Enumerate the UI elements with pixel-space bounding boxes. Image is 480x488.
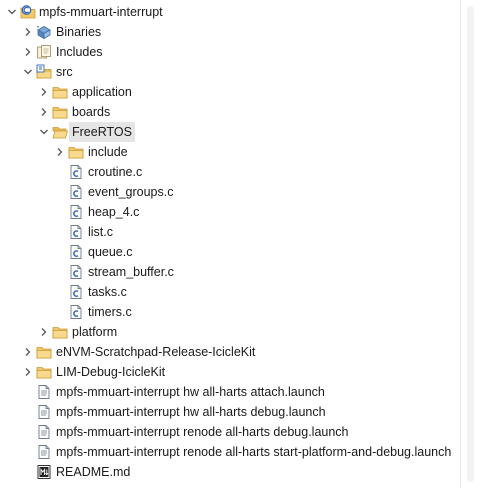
c-source-file-icon xyxy=(68,184,84,200)
tree-item-label: mpfs-mmuart-interrupt hw all-harts debug… xyxy=(56,405,326,419)
chevron-right-icon[interactable] xyxy=(22,342,34,362)
tree-item-label: croutine.c xyxy=(88,165,143,179)
text-file-icon xyxy=(36,404,52,420)
chevron-right-icon[interactable] xyxy=(22,362,34,382)
tree-item-label: heap_4.c xyxy=(88,205,140,219)
tree-item-label: platform xyxy=(72,325,118,339)
c-source-file-icon xyxy=(68,164,84,180)
vertical-scrollbar[interactable] xyxy=(460,0,480,488)
chevron-down-icon[interactable] xyxy=(22,62,34,82)
chevron-down-icon[interactable] xyxy=(38,122,50,142)
folder-open-icon xyxy=(52,124,68,140)
tree-item-label: mpfs-mmuart-interrupt renode all-harts d… xyxy=(56,425,349,439)
source-folder-icon xyxy=(36,64,52,80)
c-source-file-icon xyxy=(68,304,84,320)
c-source-file-icon xyxy=(68,284,84,300)
tree-item-label: tasks.c xyxy=(88,285,127,299)
chevron-right-icon[interactable] xyxy=(38,102,50,122)
tree-item-label: list.c xyxy=(88,225,113,239)
tree-item-label: FreeRTOS xyxy=(69,122,135,142)
chevron-right-icon[interactable] xyxy=(22,42,34,62)
tree-item-label: boards xyxy=(72,105,111,119)
tree-item-label: include xyxy=(88,145,128,159)
chevron-down-icon[interactable] xyxy=(6,2,18,22)
text-file-icon xyxy=(36,384,52,400)
chevron-right-icon[interactable] xyxy=(38,82,50,102)
markdown-file-icon xyxy=(36,464,52,480)
tree-item-label: stream_buffer.c xyxy=(88,265,174,279)
tree-item-label: mpfs-mmuart-interrupt hw all-harts attac… xyxy=(56,385,325,399)
chevron-right-icon[interactable] xyxy=(38,322,50,342)
tree-item-label: mpfs-mmuart-interrupt renode all-harts s… xyxy=(56,445,452,459)
text-file-icon xyxy=(36,424,52,440)
tree-item-label: README.md xyxy=(56,465,131,479)
tree-item-label: application xyxy=(72,85,132,99)
c-project-icon xyxy=(20,4,36,20)
c-source-file-icon xyxy=(68,244,84,260)
tree-item-label: src xyxy=(56,65,73,79)
folder-icon xyxy=(52,324,68,340)
tree-item-label: timers.c xyxy=(88,305,132,319)
chevron-right-icon[interactable] xyxy=(22,22,34,42)
binaries-icon xyxy=(36,24,52,40)
includes-icon xyxy=(36,44,52,60)
folder-icon xyxy=(36,344,52,360)
tree-item-label: mpfs-mmuart-interrupt xyxy=(39,5,163,19)
folder-icon xyxy=(36,364,52,380)
folder-icon xyxy=(68,144,84,160)
tree-item-label: Includes xyxy=(56,45,103,59)
tree-item-label: LIM-Debug-IcicleKit xyxy=(56,365,166,379)
chevron-right-icon[interactable] xyxy=(54,142,66,162)
folder-icon xyxy=(52,104,68,120)
c-source-file-icon xyxy=(68,224,84,240)
scrollbar-thumb[interactable] xyxy=(467,6,474,482)
c-source-file-icon xyxy=(68,204,84,220)
c-source-file-icon xyxy=(68,264,84,280)
tree-item-label: event_groups.c xyxy=(88,185,174,199)
tree-item-label: eNVM-Scratchpad-Release-IcicleKit xyxy=(56,345,256,359)
tree-item-label: Binaries xyxy=(56,25,102,39)
text-file-icon xyxy=(36,444,52,460)
folder-icon xyxy=(52,84,68,100)
tree-item-label: queue.c xyxy=(88,245,133,259)
project-explorer-tree: mpfs-mmuart-interrupt Binaries Includes … xyxy=(0,0,461,488)
